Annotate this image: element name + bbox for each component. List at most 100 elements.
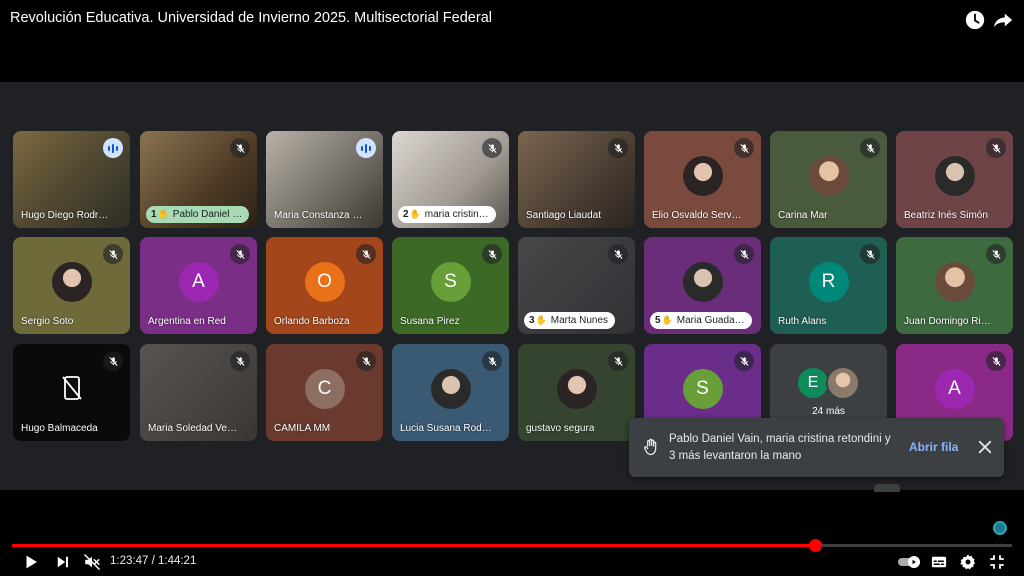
participant-name: Susana Pirez: [400, 316, 460, 327]
camera-off-icon: [61, 375, 83, 401]
mute-button[interactable]: [82, 552, 102, 572]
raised-hand-icon: ✋: [157, 209, 169, 219]
subtitles-icon: [931, 556, 947, 568]
participant-tile[interactable]: A Argentina en Red: [140, 237, 257, 334]
participant-name: Hugo Diego Rodr…: [21, 210, 109, 221]
clock-icon[interactable]: [964, 9, 986, 31]
subtitles-button[interactable]: [929, 552, 949, 572]
participant-tile[interactable]: Elio Osvaldo Serv…: [644, 131, 761, 228]
play-button[interactable]: [21, 552, 41, 572]
participant-tile[interactable]: 3 ✋ Marta Nunes: [518, 237, 635, 334]
duration: 1:44:21: [157, 555, 197, 567]
participant-name: Sergio Soto: [21, 316, 74, 327]
mic-off-icon: [986, 138, 1006, 158]
mic-off-icon: [356, 351, 376, 371]
avatar: C: [304, 368, 345, 409]
mic-off-icon: [103, 244, 123, 264]
volume-muted-icon: [83, 553, 101, 571]
close-icon[interactable]: [976, 438, 994, 456]
participant-tile[interactable]: C CAMILA MM: [266, 344, 383, 441]
participant-tile[interactable]: Carina Mar: [770, 131, 887, 228]
participant-name: Argentina en Red: [148, 316, 226, 327]
raised-hand-icon: ✋: [661, 315, 673, 325]
mic-off-icon: [986, 244, 1006, 264]
settings-button[interactable]: [958, 552, 978, 572]
annotation-marker[interactable]: [993, 521, 1007, 535]
play-icon: [26, 555, 37, 569]
participant-tile[interactable]: 5 ✋ Maria Guada…: [644, 237, 761, 334]
participant-name: gustavo segura: [526, 423, 595, 434]
raised-hand-icon: [641, 437, 661, 457]
open-queue-button[interactable]: Abrir fila: [909, 440, 958, 454]
participant-tile[interactable]: Beatriz Inés Simón: [896, 131, 1013, 228]
mic-off-icon: [482, 244, 502, 264]
gear-icon: [960, 554, 976, 570]
raised-hand-badge: 1 ✋ Pablo Daniel …: [146, 206, 250, 223]
participant-tile[interactable]: Sergio Soto: [13, 237, 130, 334]
avatar-photo: [934, 261, 975, 302]
participant-tile[interactable]: gustavo segura: [518, 344, 635, 441]
mic-off-icon: [608, 138, 628, 158]
grid-scroll-handle[interactable]: [874, 484, 900, 492]
stacked-avatars: E: [796, 366, 866, 400]
mic-off-icon: [482, 138, 502, 158]
avatar-photo: [826, 366, 860, 400]
participant-name: Orlando Barboza: [274, 316, 350, 327]
participant-name: Elio Osvaldo Serv…: [652, 210, 742, 221]
raised-hand-icon: ✋: [535, 315, 547, 325]
mic-off-icon: [608, 351, 628, 371]
participant-tile[interactable]: Santiago Liaudat: [518, 131, 635, 228]
participant-tile[interactable]: S Susana Pirez: [392, 237, 509, 334]
toast-message: Pablo Daniel Vain, maria cristina retond…: [669, 433, 891, 462]
participant-tile[interactable]: Juan Domingo Ri…: [896, 237, 1013, 334]
progress-scrubber[interactable]: [808, 539, 822, 552]
current-time: 1:23:47: [110, 555, 149, 567]
mic-off-icon: [860, 244, 880, 264]
participant-name: Marta Nunes: [550, 315, 609, 326]
share-arrow-icon[interactable]: [992, 9, 1014, 31]
avatar: R: [808, 261, 849, 302]
participant-name: Beatriz Inés Simón: [904, 210, 988, 221]
avatar: S: [682, 368, 723, 409]
hand-order: 3: [529, 315, 535, 326]
hand-order: 1: [151, 209, 157, 220]
participant-name: Lucia Susana Rod…: [400, 423, 492, 434]
raised-hand-badge: 2 ✋ maria cristin…: [398, 206, 496, 223]
mic-off-icon: [482, 351, 502, 371]
participant-tile[interactable]: R Ruth Alans: [770, 237, 887, 334]
mic-off-icon: [230, 351, 250, 371]
avatar-photo: [682, 155, 723, 196]
mic-off-icon: [734, 138, 754, 158]
next-button[interactable]: [53, 552, 73, 572]
participant-tile[interactable]: Lucia Susana Rod…: [392, 344, 509, 441]
mic-off-icon: [356, 244, 376, 264]
avatar-photo: [934, 155, 975, 196]
participant-tile[interactable]: 1 ✋ Pablo Daniel …: [140, 131, 257, 228]
participant-tile[interactable]: O Orlando Barboza: [266, 237, 383, 334]
progress-bar[interactable]: [12, 539, 1012, 552]
video-title[interactable]: Revolución Educativa. Universidad de Inv…: [10, 10, 492, 26]
participant-name: Carina Mar: [778, 210, 828, 221]
participant-name: Maria Constanza …: [274, 210, 363, 221]
autoplay-toggle[interactable]: [897, 555, 923, 568]
avatar: S: [430, 261, 471, 302]
mic-off-icon: [986, 351, 1006, 371]
speaking-indicator-icon: [103, 138, 123, 158]
time-display: 1:23:47 / 1:44:21: [110, 555, 196, 567]
avatar-photo: [51, 261, 92, 302]
participant-tile[interactable]: Maria Soledad Ve…: [140, 344, 257, 441]
participant-name: Santiago Liaudat: [526, 210, 602, 221]
participant-name: Juan Domingo Ri…: [904, 316, 991, 327]
more-participants-label: 24 más: [812, 406, 845, 417]
fullscreen-button[interactable]: [987, 552, 1007, 572]
participant-tile[interactable]: Maria Constanza …: [266, 131, 383, 228]
participant-tile[interactable]: Hugo Balmaceda: [13, 344, 130, 441]
participant-name: Ruth Alans: [778, 316, 827, 327]
participant-name: Pablo Daniel …: [172, 209, 243, 220]
participant-tile[interactable]: 2 ✋ maria cristin…: [392, 131, 509, 228]
mic-off-icon: [103, 351, 123, 371]
mic-off-icon: [860, 138, 880, 158]
participant-tile[interactable]: Hugo Diego Rodr…: [13, 131, 130, 228]
skip-next-icon: [57, 556, 68, 568]
mic-off-icon: [734, 351, 754, 371]
